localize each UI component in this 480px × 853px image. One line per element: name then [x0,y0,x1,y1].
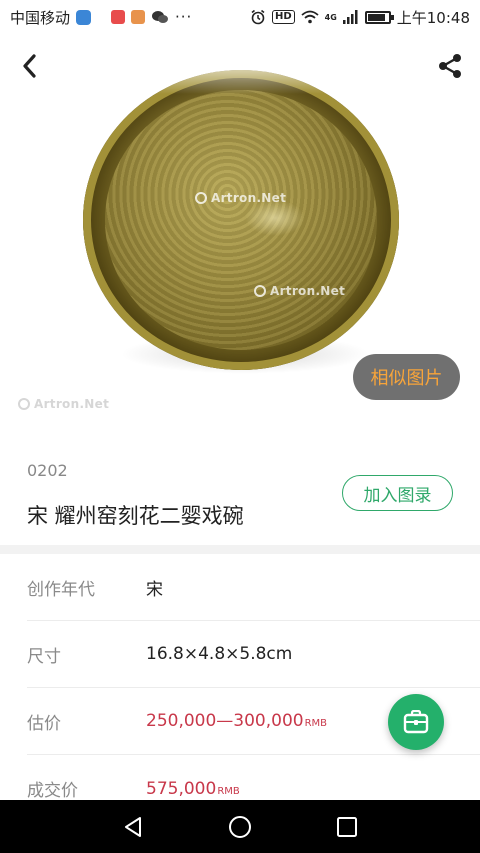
nav-recents-button[interactable] [327,807,367,847]
back-triangle-icon [125,816,142,837]
watermark: Artron.Net [195,191,286,205]
nav-back-button[interactable] [113,807,153,847]
carrier-label: 中国移动 [10,8,71,27]
network-type: 4G [324,12,337,22]
detail-label: 成交价 [27,781,78,801]
currency-unit: RMB [304,718,328,729]
detail-label: 尺寸 [27,646,61,667]
recents-square-icon [336,816,357,837]
nav-home-button[interactable] [220,807,260,847]
hd-badge: HD [271,10,295,24]
watermark: Artron.Net [254,284,345,298]
status-bar: 中国移动 ··· HD 4G 上午10:48 [0,0,480,34]
back-button[interactable] [12,48,48,84]
add-to-catalog-button[interactable]: 加入图录 [342,475,453,511]
clock: 上午10:48 [396,8,470,27]
detail-row-era: 创作年代 宋 [27,554,480,621]
status-right: HD 4G 上午10:48 [250,7,470,28]
bowl-highlight [245,200,305,236]
bowl-image [83,70,399,370]
app-icon [111,10,126,24]
detail-row-size: 尺寸 16.8×4.8×5.8cm [27,621,480,688]
currency-unit: RMB [217,785,240,797]
section-divider [0,545,480,554]
status-left: 中国移动 ··· [10,7,192,28]
battery-level [367,13,385,21]
similar-images-button[interactable]: 相似图片 [353,354,460,400]
detail-label: 估价 [27,713,61,734]
chevron-left-icon [23,54,36,78]
alarm-icon [251,9,265,25]
signal-icon [342,10,358,24]
briefcase-icon [403,710,429,734]
hammer-price-value: 575,000RMB [146,778,240,799]
lot-title: 宋 耀州窑刻花二婴戏碗 [27,504,244,528]
artron-logo-icon [18,398,30,410]
artron-logo-icon [254,285,266,297]
detail-label: 创作年代 [27,579,95,600]
detail-value: 宋 [146,579,163,600]
wechat-icon [152,11,169,23]
lot-number: 0202 [27,461,68,480]
more-notifications-indicator: ··· [175,8,193,26]
estimate-value: 250,000—300,000RMB [146,711,328,731]
system-nav-bar [0,800,480,853]
share-button[interactable] [432,48,468,84]
hero-top-fade [0,34,480,94]
shield-icon [76,9,92,25]
briefcase-fab-button[interactable] [388,694,444,750]
app-icon [131,10,146,24]
bowl-interior [105,90,377,350]
home-circle-icon [228,815,251,838]
wifi-icon [301,10,319,24]
detail-value: 16.8×4.8×5.8cm [146,644,293,664]
artron-logo-icon [195,192,207,204]
share-icon [439,54,461,78]
battery-icon [364,10,394,24]
watermark: Artron.Net [18,397,109,411]
